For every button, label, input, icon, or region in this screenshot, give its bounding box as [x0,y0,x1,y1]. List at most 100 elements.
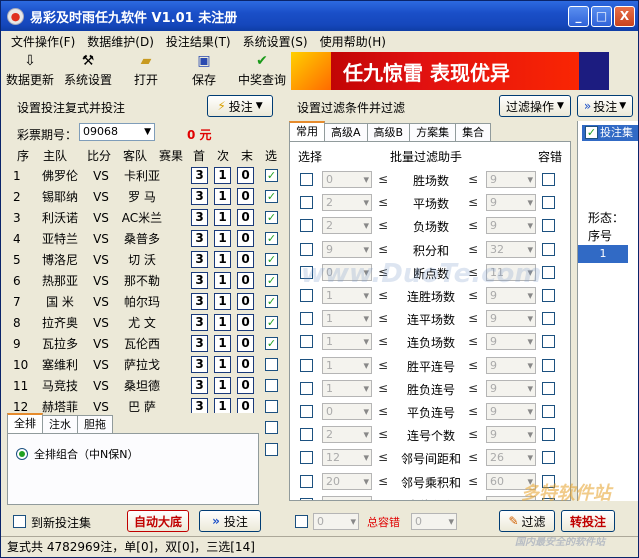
menu-settings[interactable]: 系统设置(S) [237,33,314,50]
tab-common[interactable]: 常用 [289,121,325,141]
pick-last[interactable]: 0 [237,167,254,184]
filter-low-select[interactable]: 1 [322,333,372,351]
pick-first[interactable]: 3 [191,377,208,394]
filter-high-select[interactable]: 9 [486,171,536,188]
pick-second[interactable]: 1 [214,314,231,331]
pick-first[interactable]: 3 [191,209,208,226]
filter-high-select[interactable]: 9 [486,194,536,212]
match-select-checkbox[interactable]: ✓ [265,253,278,266]
filter-high-select[interactable]: 9 [486,356,536,374]
filter-low-select[interactable]: 2 [322,426,372,444]
bet-set-checkbox[interactable]: ✓ [585,126,598,139]
left-bet-dropdown[interactable]: ⚡ 投注 ▼ [207,95,273,117]
filter-low-select[interactable]: 2 [322,194,372,212]
tab-plan-set[interactable]: 方案集 [409,123,457,141]
pick-first[interactable]: 3 [191,314,208,331]
filter-enable-checkbox[interactable] [300,196,313,210]
save-button[interactable]: ▣ 保存 [175,51,233,91]
filter-high-select[interactable]: 9 [486,379,536,397]
filter-tolerance-checkbox[interactable] [542,289,555,302]
seq-value[interactable]: 1 [578,245,628,263]
filter-high-select[interactable]: 32 [486,240,536,258]
filter-tolerance-checkbox[interactable] [542,242,555,256]
filter-high-select[interactable]: 26 [486,449,536,467]
filter-enable-checkbox[interactable] [300,242,313,256]
bet-set-item[interactable]: ✓ 投注集 [582,125,638,141]
pick-first[interactable]: 3 [191,272,208,289]
filter-enable-checkbox[interactable] [300,381,313,395]
filter-low-select[interactable]: 20 [322,495,372,500]
update-data-button[interactable]: ⇩ 数据更新 [1,51,59,91]
pick-first[interactable]: 3 [191,251,208,268]
filter-high-select[interactable]: 9 [486,217,536,235]
filter-low-select[interactable]: 0 [322,171,372,188]
period-select[interactable]: 09068 ▼ [79,123,155,141]
match-select-checkbox[interactable] [265,358,278,371]
pick-first[interactable]: 3 [191,188,208,205]
tab-advanced-b[interactable]: 高级B [366,123,411,141]
filter-tolerance-checkbox[interactable] [542,265,555,279]
tol-high-select[interactable]: 0 [411,513,457,530]
minimize-button[interactable]: _ [568,6,589,27]
filter-low-select[interactable]: 0 [322,403,372,420]
match-select-checkbox[interactable] [265,400,278,413]
match-select-checkbox[interactable]: ✓ [265,295,278,308]
filter-tolerance-checkbox[interactable] [542,173,555,186]
filter-low-select[interactable]: 1 [322,310,372,328]
filter-low-select[interactable]: 9 [322,240,372,258]
match-select-checkbox[interactable] [265,379,278,392]
pick-last[interactable]: 0 [237,272,254,289]
pick-second[interactable]: 1 [214,398,231,413]
filter-high-select[interactable]: 9 [486,310,536,328]
pick-second[interactable]: 1 [214,272,231,289]
filter-tolerance-checkbox[interactable] [542,196,555,210]
pick-first[interactable]: 3 [191,356,208,373]
match-select-checkbox[interactable]: ✓ [265,211,278,224]
filter-tolerance-checkbox[interactable] [542,219,555,233]
pick-second[interactable]: 1 [214,188,231,205]
filter-tolerance-checkbox[interactable] [542,405,555,418]
tol-low-select[interactable]: 0 [313,513,359,530]
filter-enable-checkbox[interactable] [300,312,313,326]
filter-high-select[interactable]: 9 [486,333,536,351]
filter-ops-dropdown[interactable]: 过滤操作 ▼ [499,95,571,117]
extra-checkbox-2[interactable] [265,443,278,456]
pick-last[interactable]: 0 [237,251,254,268]
filter-enable-checkbox[interactable] [300,289,313,302]
match-select-checkbox[interactable]: ✓ [265,232,278,245]
menu-file[interactable]: 文件操作(F) [5,33,81,50]
pick-last[interactable]: 0 [237,293,254,310]
pick-last[interactable]: 0 [237,314,254,331]
menu-results[interactable]: 投注结果(T) [160,33,237,50]
filter-low-select[interactable]: 1 [322,379,372,397]
filter-enable-checkbox[interactable] [300,497,313,500]
pick-first[interactable]: 3 [191,293,208,310]
pick-second[interactable]: 1 [214,209,231,226]
total-tol-checkbox[interactable] [295,515,308,528]
close-button[interactable]: X [614,6,635,27]
filter-high-select[interactable]: 9 [486,287,536,304]
ad-banner[interactable]: 任九惊雷 表现优异 [291,52,609,90]
open-button[interactable]: ▰ 打开 [117,51,175,91]
pick-second[interactable]: 1 [214,335,231,352]
pick-second[interactable]: 1 [214,230,231,247]
menu-data[interactable]: 数据维护(D) [81,33,160,50]
filter-enable-checkbox[interactable] [300,358,313,372]
pick-first[interactable]: 3 [191,335,208,352]
menu-help[interactable]: 使用帮助(H) [314,33,392,50]
filter-tolerance-checkbox[interactable] [542,451,555,465]
filter-low-select[interactable]: 2 [322,217,372,235]
bet-submit-button[interactable]: » 投注 [199,510,261,532]
settings-tool-button[interactable]: ⚒ 系统设置 [59,51,117,91]
filter-low-select[interactable]: 1 [322,287,372,304]
filter-enable-checkbox[interactable] [300,428,313,442]
tab-advanced-a[interactable]: 高级A [324,123,368,141]
pick-last[interactable]: 0 [237,230,254,247]
to-bet-button[interactable]: 转投注 [561,510,615,532]
filter-tolerance-checkbox[interactable] [542,335,555,349]
pick-second[interactable]: 1 [214,293,231,310]
pick-last[interactable]: 0 [237,398,254,413]
filter-high-select[interactable]: 9 [486,403,536,420]
filter-enable-checkbox[interactable] [300,219,313,233]
pick-first[interactable]: 3 [191,167,208,184]
